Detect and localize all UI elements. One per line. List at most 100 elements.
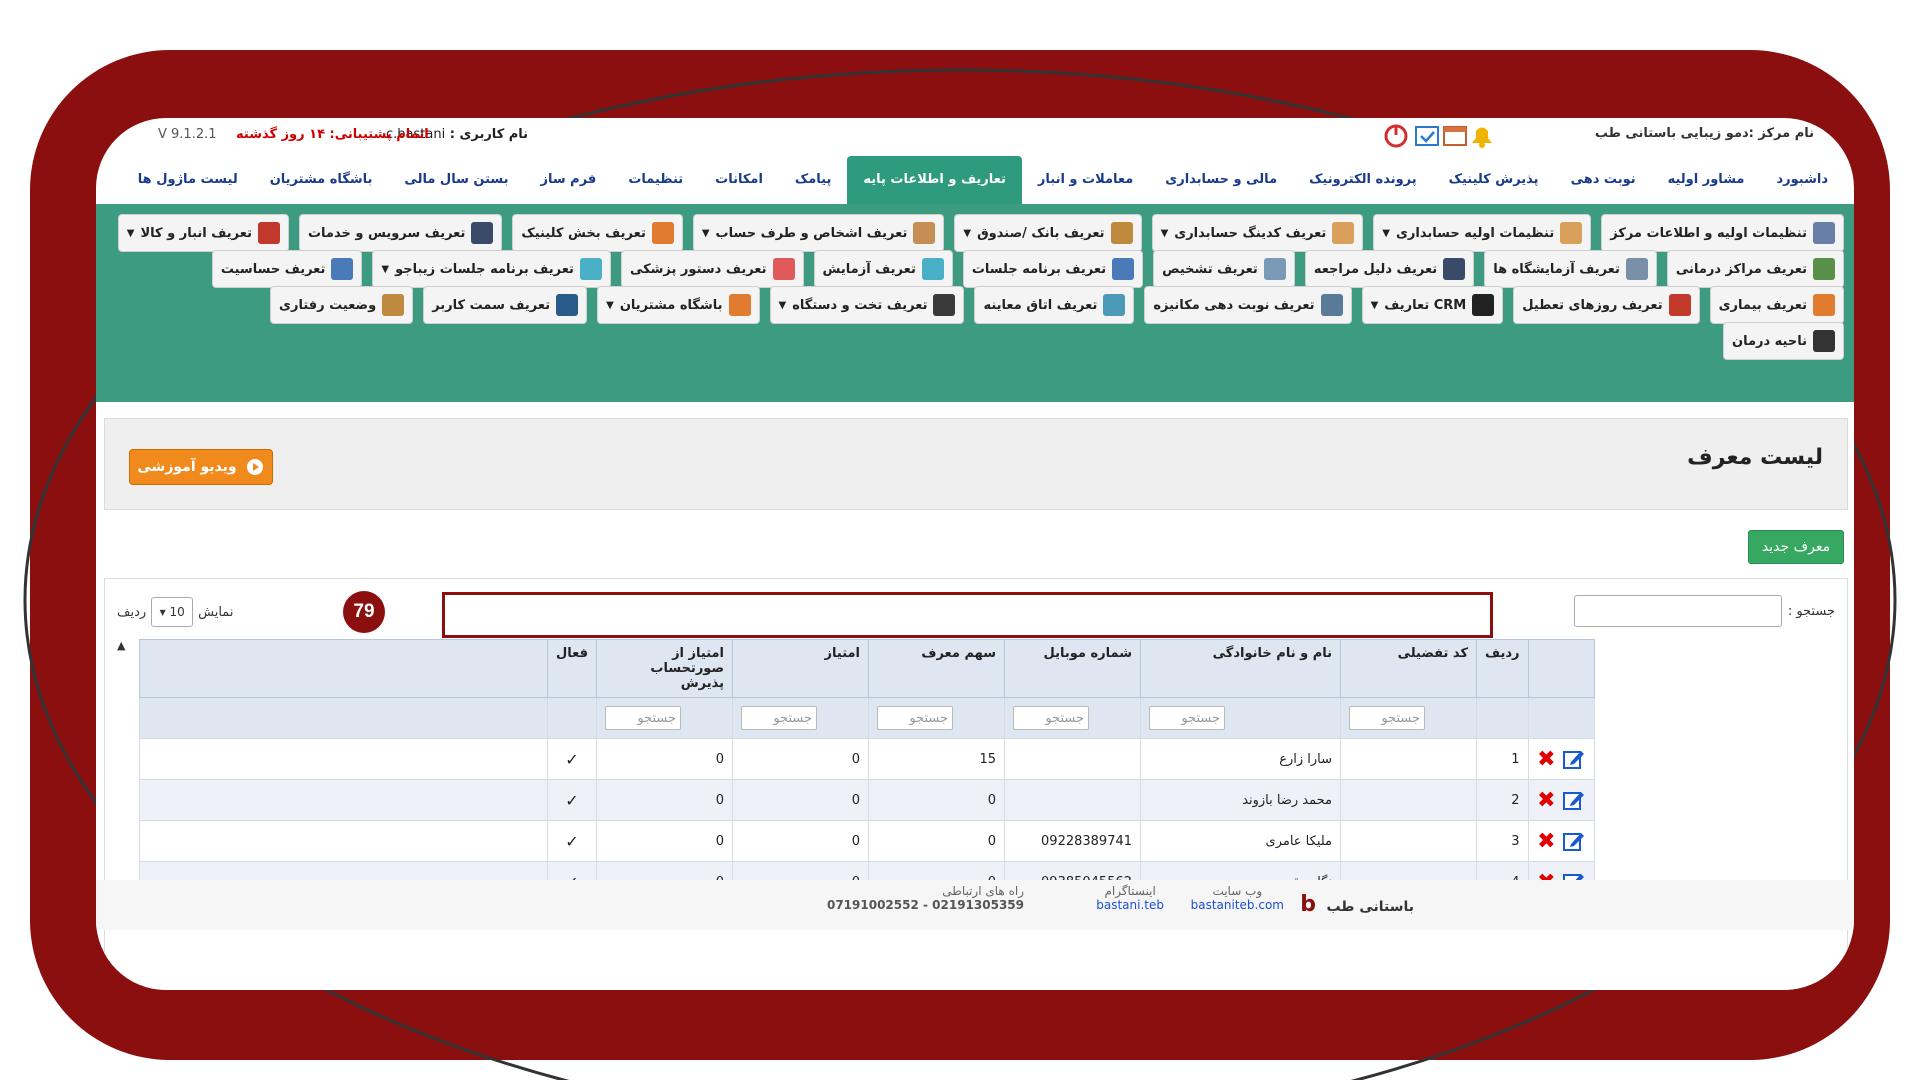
toolbar-button[interactable]: وضعیت رفتاری <box>270 286 414 324</box>
title-panel: لیست معرف ویدیو آموزشی <box>104 418 1848 510</box>
dropdown-caret-icon: ▼ <box>778 299 787 311</box>
search-input[interactable] <box>1573 595 1782 627</box>
nav-item[interactable]: لیست ماژول ها <box>122 156 254 204</box>
toolbar-button[interactable]: تعاریف CRM ▼ <box>1361 286 1504 324</box>
edit-icon[interactable] <box>1562 747 1586 771</box>
column-header[interactable]: امتیاز از صورتحساب پذیرش <box>596 639 734 698</box>
nav-item[interactable]: مشاور اولیه <box>1652 156 1761 204</box>
bell-icon[interactable] <box>1472 127 1492 149</box>
column-filter-input[interactable]: جستجو <box>877 706 954 730</box>
toolbar-button[interactable]: تعریف بانک /صندوق ▼ <box>954 214 1142 252</box>
grid-icon <box>651 222 674 244</box>
page-size-select[interactable]: 10 ▾ <box>151 597 194 627</box>
toolbar-button[interactable]: تعریف بخش کلینیک <box>512 214 683 252</box>
delete-icon[interactable]: ✖ <box>1537 747 1555 772</box>
column-header[interactable]: فعال <box>546 639 598 698</box>
column-filter-input[interactable]: جستجو <box>1149 706 1226 730</box>
lab-icon <box>1625 258 1648 280</box>
toolbar-button[interactable]: تعریف برنامه جلسات <box>962 250 1144 288</box>
toolbar-button-label: تعریف سرویس و خدمات <box>307 225 466 241</box>
video-tutorial-label: ویدیو آموزشی <box>137 459 237 475</box>
scroll-up-arrow[interactable]: ▲ <box>117 639 125 652</box>
nav-item[interactable]: پیامک <box>779 156 847 204</box>
toolbar-button[interactable]: تعریف دستور پزشکی <box>620 250 804 288</box>
coding-icon <box>1332 222 1355 244</box>
toolbar-button[interactable]: تعریف دلیل مراجعه <box>1304 250 1475 288</box>
new-referrer-button[interactable]: معرف جدید <box>1748 530 1844 564</box>
beauty-sessions-icon <box>579 258 602 280</box>
toolbar-button[interactable]: تعریف اتاق معاینه <box>974 286 1135 324</box>
nav-item[interactable]: تعاریف و اطلاعات پایه <box>847 156 1022 204</box>
website-link[interactable]: bastaniteb.com <box>1191 898 1284 912</box>
column-header[interactable]: سهم معرف <box>868 639 1006 698</box>
website-label: وب سایت <box>1212 884 1263 898</box>
column-filter-input[interactable]: جستجو <box>741 706 818 730</box>
toolbar-button-label: تعریف کدینگ حسابداری <box>1174 225 1327 241</box>
power-icon[interactable] <box>1384 124 1408 148</box>
nav-item[interactable]: امکانات <box>699 156 779 204</box>
toolbar-button[interactable]: ناحیه درمان <box>1722 322 1844 360</box>
toolbar-button[interactable]: تعریف سرویس و خدمات <box>298 214 503 252</box>
column-header[interactable]: ردیف <box>1476 639 1529 698</box>
toolbar-button-label: تعریف انبار و کالا <box>140 225 252 241</box>
column-header[interactable]: امتیاز <box>732 639 870 698</box>
column-header[interactable]: شماره موبایل <box>1004 639 1142 698</box>
toolbar-button[interactable]: تعریف مراکز درمانی <box>1666 250 1844 288</box>
toolbar-button[interactable]: تعریف کدینگ حسابداری ▼ <box>1151 214 1364 252</box>
video-tutorial-button[interactable]: ویدیو آموزشی <box>129 449 273 485</box>
footer-contact: راه های ارتباطی 07191002552 - 0219130535… <box>827 884 1024 912</box>
filter-cell <box>139 697 548 739</box>
toolbar-button[interactable]: تعریف روزهای تعطیل <box>1513 286 1700 324</box>
delete-icon[interactable]: ✖ <box>1537 788 1555 813</box>
toolbar-button[interactable]: تعریف تخت و دستگاه ▼ <box>769 286 965 324</box>
toolbar-button[interactable]: تعریف بیماری <box>1709 286 1844 324</box>
toolbar-button[interactable]: تعریف انبار و کالا ▼ <box>117 214 289 252</box>
toolbar-button[interactable]: تعریف تشخیص <box>1153 250 1295 288</box>
toolbar-button[interactable]: تنظیمات اولیه حسابداری ▼ <box>1373 214 1592 252</box>
column-header[interactable]: نام و نام خانوادگی <box>1140 639 1342 698</box>
cell-active: ✓ <box>546 738 598 780</box>
toolbar-button[interactable]: تعریف سمت کاربر <box>423 286 588 324</box>
dropdown-caret-icon: ▼ <box>606 299 614 311</box>
calendar-icon[interactable] <box>1443 126 1467 146</box>
toolbar-button[interactable]: تعریف برنامه جلسات زیباجو ▼ <box>372 250 611 288</box>
cell-invoice-points: 0 <box>596 738 734 780</box>
column-header[interactable]: کد تفضیلی <box>1340 639 1478 698</box>
toolbar-button[interactable]: تعریف آزمایشگاه ها <box>1484 250 1657 288</box>
topbar-icons <box>1376 121 1496 149</box>
nav-item[interactable]: پذیرش کلینیک <box>1433 156 1555 204</box>
chevron-down-icon: ▾ <box>159 605 166 619</box>
nav-item[interactable]: تنظیمات <box>612 156 699 204</box>
cell-row: 2 <box>1476 779 1529 821</box>
flask-icon <box>921 258 944 280</box>
nav-item[interactable]: بستن سال مالی <box>388 156 524 204</box>
nav-item[interactable]: نوبت دهی <box>1555 156 1652 204</box>
toolbar-button[interactable]: تعریف آزمایش <box>813 250 953 288</box>
nav-item[interactable]: مالی و حسابداری <box>1149 156 1293 204</box>
footer-website: وب سایت bastaniteb.com <box>1191 884 1284 912</box>
calendar-check-icon[interactable] <box>1415 126 1439 146</box>
nav-item[interactable]: باشگاه مشتریان <box>254 156 389 204</box>
toolbar-button[interactable]: تنظیمات اولیه و اطلاعات مرکز <box>1601 214 1844 252</box>
toolbar-button[interactable]: تعریف نوبت دهی مکانیزه <box>1144 286 1352 324</box>
column-filter-input[interactable]: جستجو <box>1349 706 1426 730</box>
patient-icon <box>1813 294 1835 316</box>
toolbar-button[interactable]: باشگاه مشتریان ▼ <box>597 286 760 324</box>
nav-item[interactable]: داشبورد <box>1760 156 1844 204</box>
toolbar-button[interactable]: تعریف حساسیت <box>211 250 363 288</box>
column-filter-input[interactable]: جستجو <box>1013 706 1090 730</box>
cell-row: 3 <box>1476 820 1529 862</box>
nav-item[interactable]: فرم ساز <box>525 156 613 204</box>
toolbar-button[interactable]: تعریف اشخاص و طرف حساب ▼ <box>692 214 945 252</box>
edit-icon[interactable] <box>1562 788 1586 812</box>
instagram-link[interactable]: bastani.teb <box>1096 898 1164 912</box>
empty-cell <box>139 779 548 821</box>
table-row: ✖ 1 سارا زارع 15 0 0 ✓ <box>139 738 1595 780</box>
edit-icon[interactable] <box>1562 829 1586 853</box>
delete-icon[interactable]: ✖ <box>1537 829 1555 854</box>
search-label: جستجو : <box>1787 603 1835 619</box>
nav-item[interactable]: معاملات و انبار <box>1022 156 1149 204</box>
cell-share: 0 <box>868 820 1006 862</box>
column-filter-input[interactable]: جستجو <box>605 706 682 730</box>
nav-item[interactable]: پرونده الکترونیک <box>1293 156 1433 204</box>
